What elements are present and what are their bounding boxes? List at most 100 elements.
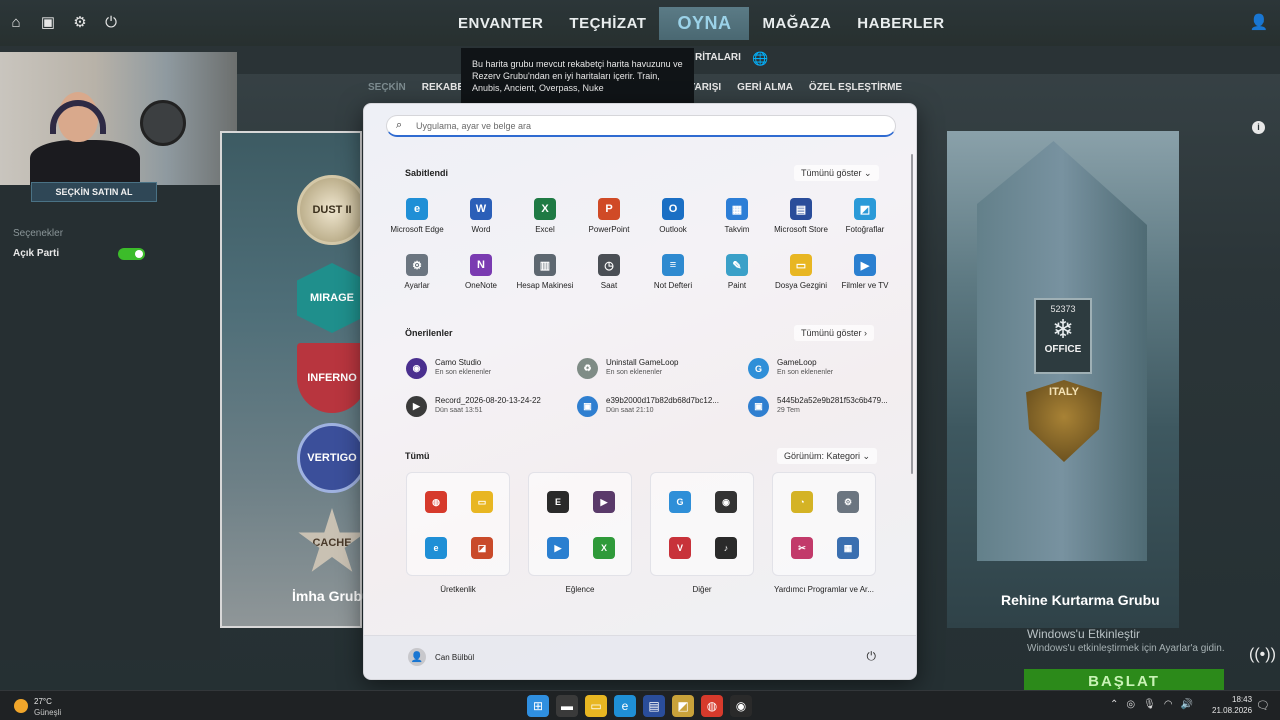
recommended-item[interactable]: ♻ Uninstall GameLoop En son eklenenler [577,355,737,383]
recommended-show-all-button[interactable]: Tümünü göster › [794,325,875,341]
recommended-item[interactable]: ▶ Record_2026-08-20-13-24-22 Dün saat 13:5… [406,393,566,421]
app-folder[interactable]: ◍ ▭ e ◪ [406,472,510,576]
pinned-app[interactable]: ▶ Filmler ve TV [833,254,897,290]
app-folder[interactable]: ◔ ⚙ ✂ ▦ [772,472,876,576]
all-apps-title: Tümü [405,451,430,461]
notepad-icon: ≡ [662,254,684,276]
edge-icon[interactable]: e [614,695,636,717]
edge-icon: e [425,537,447,559]
open-party-toggle[interactable] [118,248,145,260]
pinned-app[interactable]: ✎ Paint [705,254,769,290]
tab-play[interactable]: OYNA [659,6,750,40]
start-icon[interactable]: ⊞ [527,695,549,717]
network-icon[interactable]: ◎ [1126,699,1135,710]
recommended-item[interactable]: ▣ e39b2000d17b82db68d7bc12... Dün saat 21:… [577,393,737,421]
store-icon[interactable]: ▤ [643,695,665,717]
pinned-app[interactable]: N OneNote [449,254,513,290]
defuse-map-card[interactable]: DUST II MIRAGE INFERNO VERTIGO CACHE [220,131,362,628]
wifi-icon[interactable]: ◠ [1164,699,1173,710]
recommended-item-name: 5445b2a52e9b281f53c6b479... [777,396,888,405]
sun-icon [14,699,28,713]
tab-inventory[interactable]: ENVANTER [445,15,556,32]
clock[interactable]: 18:43 21.08.2026 [1212,694,1252,716]
inferno-badge: INFERNO [297,343,360,413]
pinned-app-label: Dosya Gezgini [774,281,828,290]
terminal-icon[interactable]: ▬ [556,695,578,717]
scrollbar[interactable] [911,154,913,474]
app-folder[interactable]: E ▶ ▶ X [528,472,632,576]
app-folder[interactable]: G ◉ V ♪ [650,472,754,576]
hostage-map-card[interactable] [947,131,1179,628]
tab-custom-match[interactable]: ÖZEL EŞLEŞTİRME [801,76,910,100]
start-bottom-bar: 👤 Can Bülbül ⏻ [364,635,916,679]
notification-icon[interactable]: 🗨 [1256,699,1270,712]
task-app-icon[interactable]: ◩ [672,695,694,717]
tab-premier[interactable]: SEÇKİN [360,76,414,100]
pinned-app[interactable]: ◩ Fotoğraflar [833,198,897,234]
taskbar-apps: ⊞ ▬ ▭ e ▤ ◩ ◍ ◉ [527,695,752,717]
pinned-app[interactable]: ≡ Not Defteri [641,254,705,290]
video-file-icon: ▶ [406,396,427,417]
pinned-app[interactable]: P PowerPoint [577,198,641,234]
pinned-app[interactable]: ▦ Takvim [705,198,769,234]
tab-store[interactable]: MAĞAZA [749,15,844,32]
chevron-up-icon[interactable]: ⌃ [1110,699,1118,710]
mic-icon[interactable]: 🎙 [1143,699,1156,710]
record-icon[interactable]: ◉ [730,695,752,717]
recommended-item-name: GameLoop [777,358,817,367]
taskbar: 27°C Güneşli ⊞ ▬ ▭ e ▤ ◩ ◍ ◉ ⌃ ◎ 🎙 ◠ 🔊 18:43 21… [0,690,1280,720]
search-input[interactable]: ⌕ Uygulama, ayar ve belge ara [386,115,896,137]
gear-icon[interactable]: ⚙ [69,12,91,34]
power-icon[interactable]: ⏻ [867,649,877,664]
inventory-icon[interactable]: ▣ [37,12,59,34]
pinned-app[interactable]: ◷ Saat [577,254,641,290]
tab-news[interactable]: HABERLER [844,15,957,32]
power-icon[interactable]: ⏻ [100,12,122,34]
info-icon[interactable]: i [1252,121,1265,134]
weather-widget[interactable]: 27°C Güneşli [14,694,74,718]
search-placeholder: Uygulama, ayar ve belge ara [416,121,532,131]
view-mode-button[interactable]: Görünüm: Kategori ⌄ [777,448,878,464]
recommended-item[interactable]: ◉ Camo Studio En son eklenenler [406,355,566,383]
pinned-app-label: Hesap Makinesi [516,281,574,290]
globe-icon[interactable]: 🌐 [752,51,768,67]
start-game-button[interactable]: BAŞLAT [1024,669,1224,690]
buy-prime-button[interactable]: SEÇKİN SATIN AL [31,182,157,202]
pinned-app[interactable]: e Microsoft Edge [385,198,449,234]
office-badge-text: OFFICE [1044,344,1082,355]
valorant-icon: V [669,537,691,559]
tab-loadout[interactable]: TEÇHİZAT [556,15,659,32]
pinned-title: Sabitlendi [405,168,449,178]
broadcast-icon[interactable]: ((•)) [1249,646,1276,664]
tab-retakes[interactable]: GERİ ALMA [729,76,801,100]
epic-games-icon: E [547,491,569,513]
xbox-icon: X [593,537,615,559]
profile-icon[interactable]: 👤 [1248,12,1270,34]
snowflake-icon: ❄ [1052,314,1074,344]
webcam-overlay [0,52,237,185]
edge-icon: e [406,198,428,220]
volume-icon[interactable]: 🔊 [1181,699,1193,710]
hostage-card-label: Rehine Kurtarma Grubu [1001,592,1160,608]
pinned-show-all-button[interactable]: Tümünü göster ⌄ [794,165,879,181]
store-icon: ▤ [790,198,812,220]
pinned-app[interactable]: O Outlook [641,198,705,234]
pinned-app[interactable]: ⚙ Ayarlar [385,254,449,290]
office-badge: 52373 ❄ OFFICE [1034,298,1092,374]
pinned-app[interactable]: X Excel [513,198,577,234]
recommended-item[interactable]: G GameLoop En son eklenenler [748,355,908,383]
pinned-app[interactable]: ▤ Microsoft Store [769,198,833,234]
onenote-icon: N [470,254,492,276]
pinned-app[interactable]: W Word [449,198,513,234]
obs-icon: ◉ [715,491,737,513]
pinned-app[interactable]: ▭ Dosya Gezgini [769,254,833,290]
clock-time: 18:43 [1232,695,1253,704]
chrome-icon[interactable]: ◍ [701,695,723,717]
avatar[interactable]: 👤 [408,648,426,666]
user-name[interactable]: Can Bülbül [435,653,474,662]
pinned-app[interactable]: ▥ Hesap Makinesi [513,254,577,290]
recommended-item[interactable]: ▣ 5445b2a52e9b281f53c6b479... 29 Tem [748,393,908,421]
home-icon[interactable]: ⌂ [5,12,27,34]
file-explorer-icon[interactable]: ▭ [585,695,607,717]
pinned-show-all-label: Tümünü göster [801,168,862,178]
